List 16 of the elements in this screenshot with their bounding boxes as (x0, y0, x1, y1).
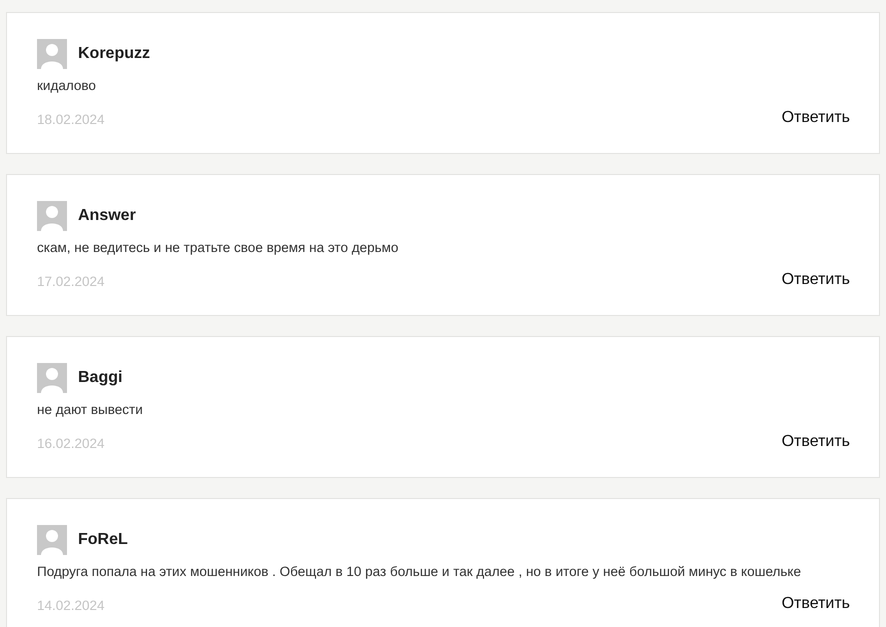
comment-text: кидалово (37, 77, 97, 95)
comment-date: 17.02.2024 (37, 272, 105, 291)
comment-text: не дают вывести (37, 401, 144, 419)
author-name: Korepuzz (78, 44, 150, 64)
author-name: FoReL (78, 530, 128, 550)
comment-date: 18.02.2024 (37, 110, 105, 129)
reply-link[interactable]: Ответить (782, 106, 850, 130)
author-name: Baggi (78, 368, 122, 388)
comment-date: 16.02.2024 (37, 434, 105, 453)
author-name: Answer (78, 206, 136, 226)
reply-link[interactable]: Ответить (782, 268, 850, 292)
comment-text: Подруга попала на этих мошенников . Обещал в 10 раз больше и так далее , но в итоге у неё большой минус в кошельке (37, 563, 802, 581)
reply-link[interactable]: Ответить (782, 592, 850, 616)
comment-date: 14.02.2024 (37, 596, 105, 615)
reply-link[interactable]: Ответить (782, 430, 850, 454)
comment-text: скам, не ведитесь и не тратьте свое время на это дерьмо (37, 239, 400, 257)
